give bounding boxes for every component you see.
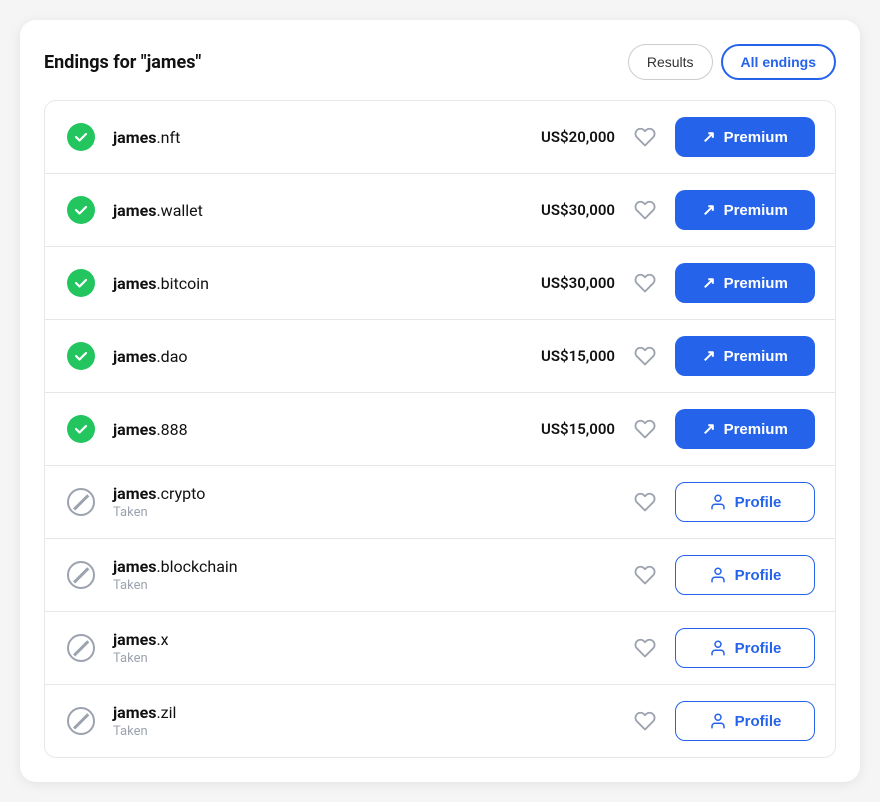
taken-icon (65, 705, 97, 737)
domain-price: US$15,000 (505, 420, 615, 438)
favorite-icon[interactable] (631, 269, 659, 297)
premium-button[interactable]: ↗ Premium (675, 117, 815, 157)
domain-row: james.blockchain Taken Profile (45, 539, 835, 612)
favorite-icon[interactable] (631, 561, 659, 589)
favorite-icon[interactable] (631, 415, 659, 443)
domain-price: US$30,000 (505, 274, 615, 292)
profile-user-icon (709, 566, 727, 584)
main-container: Endings for "james" Results All endings … (20, 20, 860, 782)
domain-status-text: Taken (113, 578, 631, 593)
favorite-icon[interactable] (631, 488, 659, 516)
profile-user-icon (709, 493, 727, 511)
domain-name: james.zil Taken (113, 703, 631, 739)
domain-bold-part: james (113, 630, 156, 649)
domain-status-text: Taken (113, 505, 631, 520)
domain-row: james.walletUS$30,000↗Premium (45, 174, 835, 247)
header-buttons: Results All endings (628, 44, 836, 80)
domain-price: US$30,000 (505, 201, 615, 219)
taken-icon (65, 559, 97, 591)
all-endings-button[interactable]: All endings (721, 44, 836, 80)
domain-row: james.x Taken Profile (45, 612, 835, 685)
domain-list: james.nftUS$20,000↗Premium james.walletU… (44, 100, 836, 758)
domain-ext-part: .x (156, 630, 168, 649)
domain-ext-part: .dao (156, 347, 187, 366)
page-title: Endings for "james" (44, 52, 201, 73)
domain-name: james.x Taken (113, 630, 631, 666)
domain-ext-part: .wallet (156, 201, 202, 220)
premium-button[interactable]: ↗ Premium (675, 190, 815, 230)
domain-price: US$20,000 (505, 128, 615, 146)
domain-status-text: Taken (113, 724, 631, 739)
domain-price: US$15,000 (505, 347, 615, 365)
domain-name: james.dao (113, 347, 505, 366)
favorite-icon[interactable] (631, 196, 659, 224)
taken-icon (65, 486, 97, 518)
domain-row: james.bitcoinUS$30,000↗Premium (45, 247, 835, 320)
profile-button[interactable]: Profile (675, 701, 815, 741)
domain-ext-part: .zil (156, 703, 176, 722)
favorite-icon[interactable] (631, 634, 659, 662)
domain-name: james.888 (113, 420, 505, 439)
premium-label: Premium (724, 129, 788, 146)
domain-ext-part: .888 (156, 420, 187, 439)
available-icon (65, 413, 97, 445)
profile-label: Profile (735, 567, 782, 584)
domain-row: james.zil Taken Profile (45, 685, 835, 757)
profile-user-icon (709, 712, 727, 730)
available-icon (65, 194, 97, 226)
domain-bold-part: james (113, 274, 156, 293)
domain-name: james.blockchain Taken (113, 557, 631, 593)
domain-bold-part: james (113, 128, 156, 147)
domain-bold-part: james (113, 703, 156, 722)
profile-button[interactable]: Profile (675, 628, 815, 668)
taken-icon (65, 632, 97, 664)
premium-button[interactable]: ↗ Premium (675, 336, 815, 376)
arrow-icon: ↗ (702, 346, 715, 366)
available-icon (65, 121, 97, 153)
domain-row: james.crypto Taken Profile (45, 466, 835, 539)
profile-user-icon (709, 639, 727, 657)
domain-row: james.888US$15,000↗Premium (45, 393, 835, 466)
premium-button[interactable]: ↗ Premium (675, 263, 815, 303)
favorite-icon[interactable] (631, 123, 659, 151)
domain-ext-part: .bitcoin (156, 274, 209, 293)
results-button[interactable]: Results (628, 44, 713, 80)
domain-name: james.wallet (113, 201, 505, 220)
arrow-icon: ↗ (702, 273, 715, 293)
profile-button[interactable]: Profile (675, 482, 815, 522)
domain-bold-part: james (113, 201, 156, 220)
title-prefix: Endings for (44, 52, 141, 73)
favorite-icon[interactable] (631, 707, 659, 735)
header: Endings for "james" Results All endings (44, 44, 836, 80)
premium-label: Premium (724, 421, 788, 438)
profile-label: Profile (735, 713, 782, 730)
arrow-icon: ↗ (702, 127, 715, 147)
domain-bold-part: james (113, 557, 156, 576)
favorite-icon[interactable] (631, 342, 659, 370)
premium-label: Premium (724, 275, 788, 292)
domain-row: james.daoUS$15,000↗Premium (45, 320, 835, 393)
domain-ext-part: .crypto (156, 484, 205, 503)
available-icon (65, 340, 97, 372)
premium-label: Premium (724, 348, 788, 365)
profile-button[interactable]: Profile (675, 555, 815, 595)
profile-label: Profile (735, 640, 782, 657)
domain-bold-part: james (113, 420, 156, 439)
domain-name: james.nft (113, 128, 505, 147)
premium-button[interactable]: ↗ Premium (675, 409, 815, 449)
arrow-icon: ↗ (702, 419, 715, 439)
domain-name: james.crypto Taken (113, 484, 631, 520)
domain-row: james.nftUS$20,000↗Premium (45, 101, 835, 174)
domain-bold-part: james (113, 484, 156, 503)
domain-ext-part: .blockchain (156, 557, 237, 576)
domain-name: james.bitcoin (113, 274, 505, 293)
premium-label: Premium (724, 202, 788, 219)
domain-bold-part: james (113, 347, 156, 366)
domain-status-text: Taken (113, 651, 631, 666)
search-term: "james" (141, 52, 201, 73)
arrow-icon: ↗ (702, 200, 715, 220)
domain-ext-part: .nft (156, 128, 180, 147)
available-icon (65, 267, 97, 299)
profile-label: Profile (735, 494, 782, 511)
